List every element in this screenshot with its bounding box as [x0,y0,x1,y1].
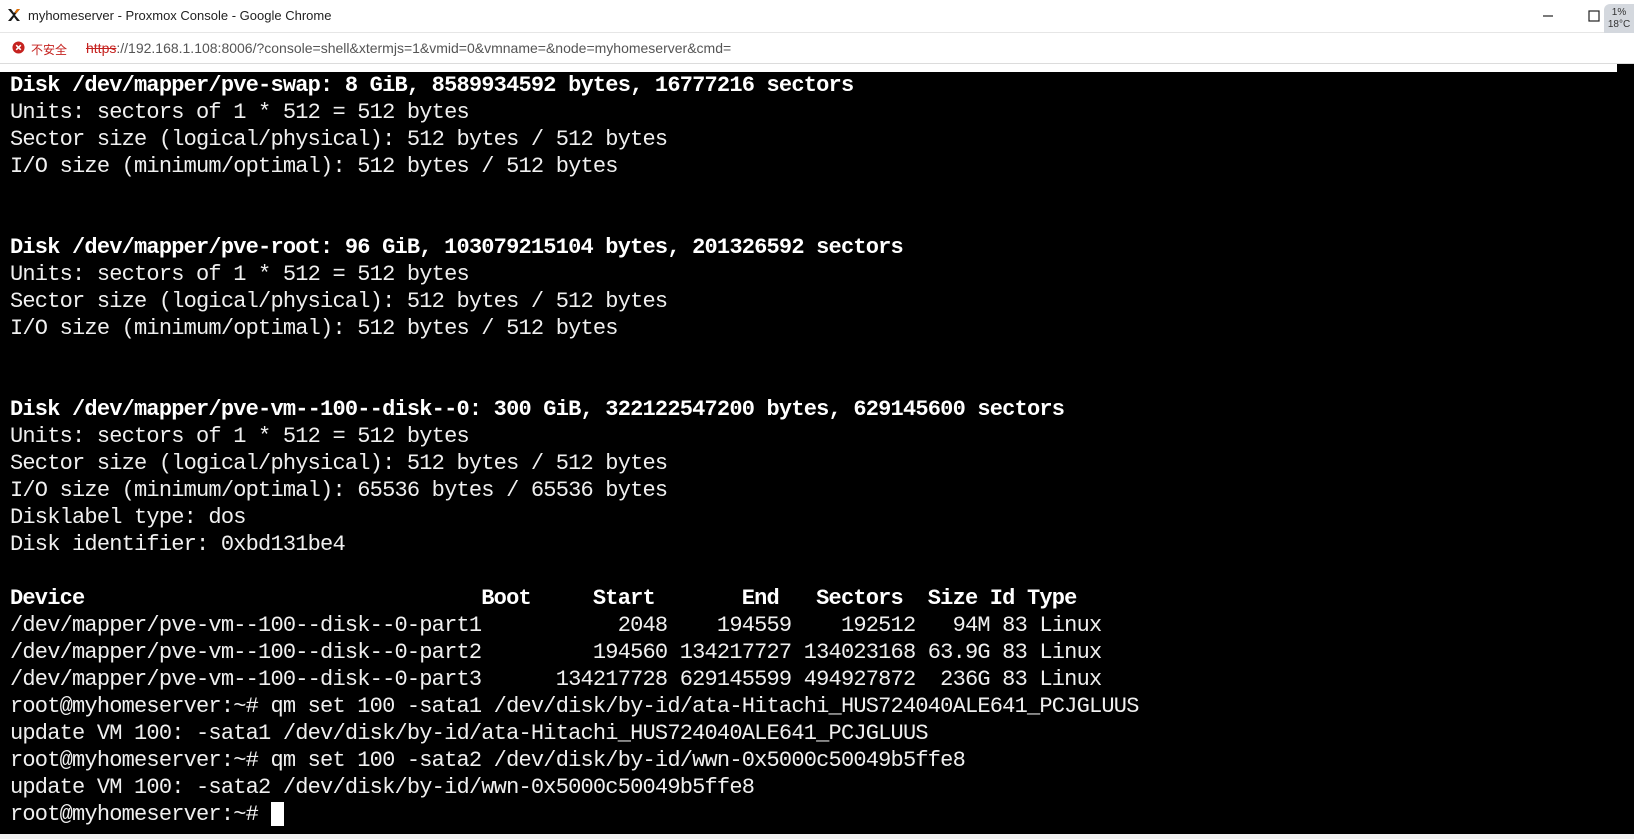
weather-line-1: 1% [1611,7,1627,18]
window-bottom-edge [0,834,1634,839]
terminal-line: Disk /dev/mapper/pve-vm--100--disk--0: 3… [10,397,1065,422]
security-label: 不安全 [31,43,68,57]
terminal-line: update VM 100: -sata1 /dev/disk/by-id/at… [10,721,929,746]
terminal-line: Units: sectors of 1 * 512 = 512 bytes [10,424,470,449]
terminal-prompt-line[interactable]: root@myhomeserver:~# [10,801,1139,828]
not-secure-icon [12,41,25,54]
terminal-line: root@myhomeserver:~# qm set 100 -sata1 /… [10,694,1139,719]
terminal-line: I/O size (minimum/optimal): 512 bytes / … [10,154,619,179]
url-text[interactable]: https://192.168.1.108:8006/?console=shel… [86,40,731,56]
terminal-line: Units: sectors of 1 * 512 = 512 bytes [10,100,470,125]
terminal-cursor [271,802,285,827]
address-bar[interactable]: 不安全 https://192.168.1.108:8006/?console=… [0,33,1634,64]
terminal-line: Device Boot Start End Sectors Size Id Ty… [10,586,1077,611]
terminal-line: update VM 100: -sata2 /dev/disk/by-id/ww… [10,775,755,800]
terminal-line: /dev/mapper/pve-vm--100--disk--0-part2 1… [10,640,1102,665]
scrollbar-corner [1617,64,1634,72]
window-titlebar: myhomeserver - Proxmox Console - Google … [0,0,1634,38]
url-scheme: https [86,40,117,56]
terminal-console[interactable]: Disk /dev/mapper/pve-swap: 8 GiB, 858993… [0,72,1634,839]
terminal-line: Units: sectors of 1 * 512 = 512 bytes [10,262,470,287]
terminal-line: /dev/mapper/pve-vm--100--disk--0-part3 1… [10,667,1102,692]
minimize-icon[interactable] [1538,6,1558,26]
terminal-line: Sector size (logical/physical): 512 byte… [10,289,668,314]
terminal-line: Disk identifier: 0xbd131be4 [10,532,346,557]
terminal-line: Disk /dev/mapper/pve-root: 96 GiB, 10307… [10,235,904,260]
terminal-output: Disk /dev/mapper/pve-swap: 8 GiB, 858993… [10,72,1139,828]
terminal-line: I/O size (minimum/optimal): 512 bytes / … [10,316,619,341]
url-rest: ://192.168.1.108:8006/?console=shell&xte… [116,40,732,56]
window-title: myhomeserver - Proxmox Console - Google … [28,8,332,23]
proxmox-x-icon [8,9,20,21]
terminal-line: Disk /dev/mapper/pve-swap: 8 GiB, 858993… [10,73,854,98]
maximize-icon[interactable] [1584,6,1604,26]
terminal-line: Sector size (logical/physical): 512 byte… [10,127,668,152]
terminal-line: Disklabel type: dos [10,505,246,530]
terminal-line: I/O size (minimum/optimal): 65536 bytes … [10,478,668,503]
terminal-line: /dev/mapper/pve-vm--100--disk--0-part1 2… [10,613,1102,638]
terminal-line: root@myhomeserver:~# qm set 100 -sata2 /… [10,748,966,773]
terminal-line: Sector size (logical/physical): 512 byte… [10,451,668,476]
shell-prompt: root@myhomeserver:~# [10,802,271,827]
weather-line-2: 18°C [1607,19,1631,30]
